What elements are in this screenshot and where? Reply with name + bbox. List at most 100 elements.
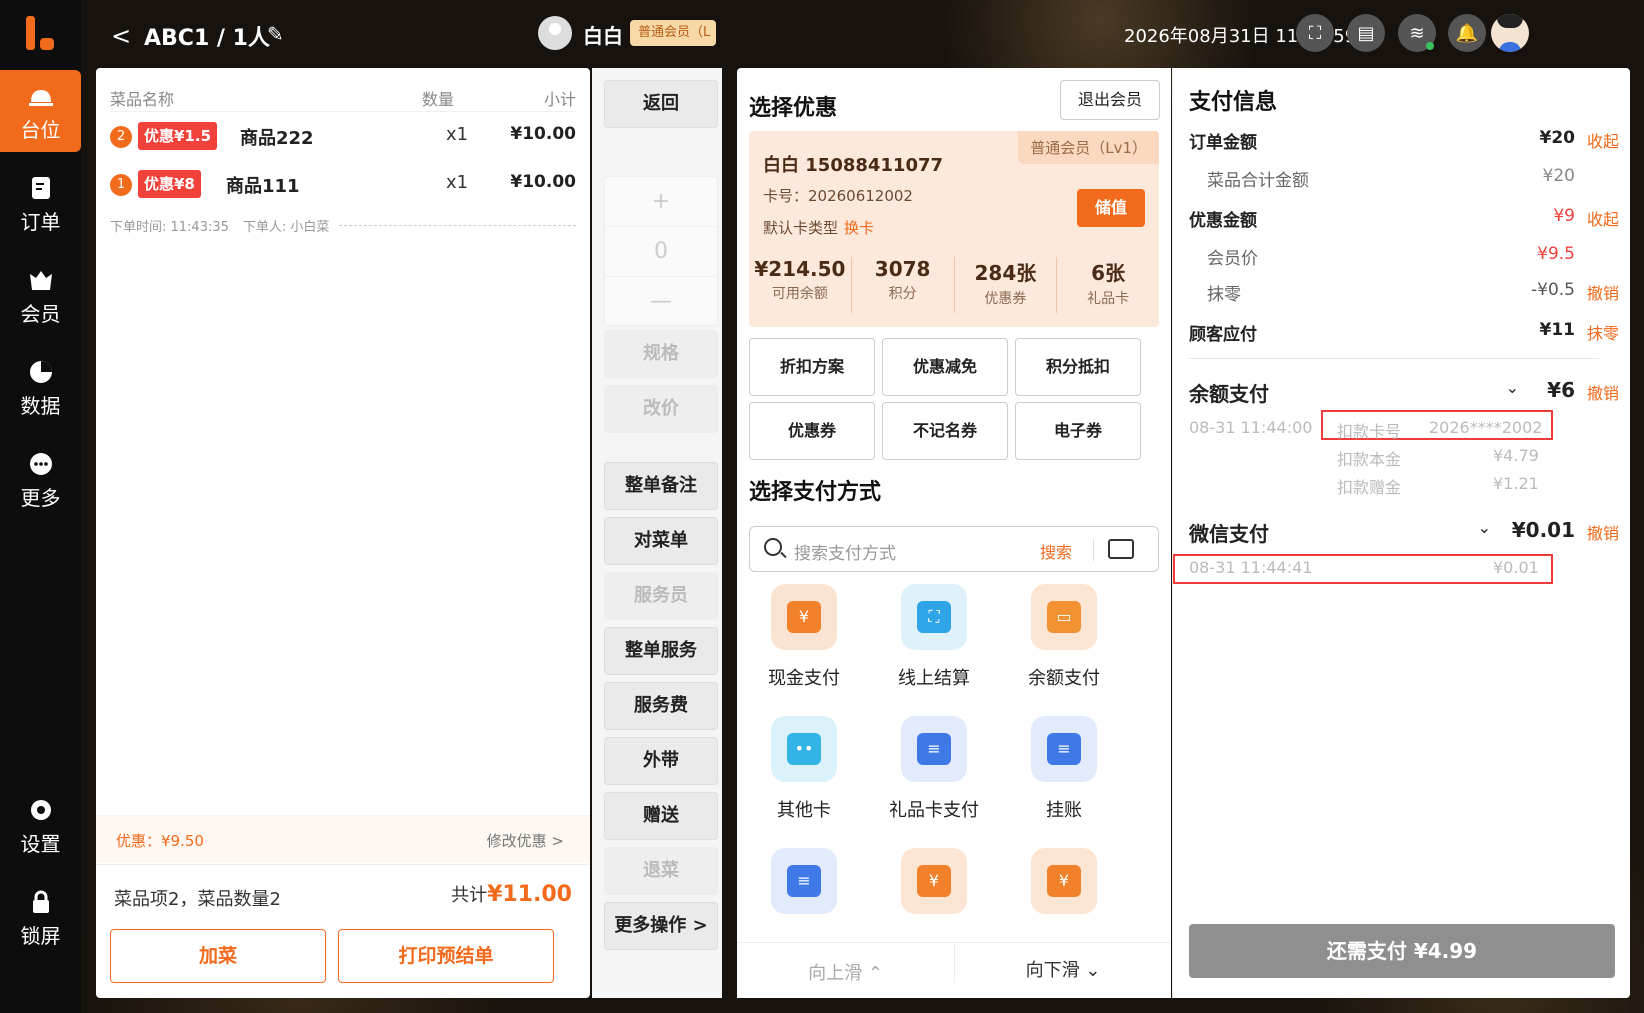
collapse-link[interactable]: 收起 bbox=[1587, 128, 1619, 152]
payment-method-5[interactable]: ≡ 礼品卡支付 bbox=[879, 716, 989, 822]
discount-reduce-button[interactable]: 优惠减免 bbox=[882, 338, 1008, 396]
deduct-card-number: 2026****2002 bbox=[1429, 418, 1543, 437]
balance-pay-row[interactable]: 余额支付 ¥6 ⌄ 撤销 bbox=[1189, 374, 1619, 408]
dish-row[interactable]: 1 优惠¥8 商品111 x1 ¥10.00 bbox=[110, 166, 576, 206]
payment-method-4[interactable]: •• 其他卡 bbox=[749, 716, 859, 822]
nav-data[interactable]: 数据 bbox=[0, 346, 81, 428]
payment-method-1[interactable]: ¥ 现金支付 bbox=[749, 584, 859, 690]
member-card: 白白 15088411077 普通会员（Lv1） 卡号：20260612002 … bbox=[749, 131, 1159, 327]
modify-discount-link[interactable]: 修改优惠 > bbox=[487, 830, 564, 851]
member-name-phone: 白白 15088411077 bbox=[763, 155, 944, 176]
order-service-button[interactable]: 整单服务 bbox=[604, 627, 718, 675]
stat-gift-cards[interactable]: 6张 礼品卡 bbox=[1057, 257, 1159, 313]
scan-icon[interactable]: ⛶ bbox=[1296, 14, 1334, 52]
more-actions-button[interactable]: 更多操作 > bbox=[604, 902, 718, 950]
dish-row[interactable]: 2 优惠¥1.5 商品222 x1 ¥10.00 bbox=[110, 118, 576, 158]
payment-info-title: 支付信息 bbox=[1189, 90, 1278, 115]
payment-method-9[interactable]: ¥ bbox=[1009, 848, 1119, 942]
collapse-link[interactable]: 收起 bbox=[1587, 206, 1619, 230]
e-coupon-button[interactable]: 电子券 bbox=[1015, 402, 1141, 460]
stat-value: ¥214.50 bbox=[754, 257, 846, 281]
print-prebill-button[interactable]: 打印预结单 bbox=[338, 929, 554, 983]
row-value: ¥6 bbox=[1547, 378, 1575, 402]
dish-qty: x1 bbox=[446, 172, 469, 193]
nav-tables[interactable]: 台位 bbox=[0, 70, 81, 152]
remaining-pay-button[interactable]: 还需支付 ¥4.99 bbox=[1189, 924, 1615, 978]
waiter-button[interactable]: 服务员 bbox=[604, 572, 718, 620]
payment-method-8[interactable]: ¥ bbox=[879, 848, 989, 942]
doc-icon: ≡ bbox=[771, 848, 837, 914]
service-fee-button[interactable]: 服务费 bbox=[604, 682, 718, 730]
quantity-stepper: + 0 — bbox=[604, 176, 718, 326]
chevron-down-icon[interactable]: ⌄ bbox=[1506, 378, 1519, 397]
chevron-down-icon[interactable]: ⌄ bbox=[1478, 518, 1491, 537]
keyboard-icon[interactable] bbox=[1108, 539, 1134, 559]
stat-coupons[interactable]: 284张 优惠券 bbox=[955, 257, 1058, 313]
bell-icon[interactable]: 🔔 bbox=[1448, 14, 1486, 52]
change-price-button[interactable]: 改价 bbox=[604, 385, 718, 433]
customer-due-row: 顾客应付 ¥11 抹零 bbox=[1189, 316, 1619, 346]
stepper-value: 0 bbox=[605, 227, 717, 277]
row-label: 顾客应付 bbox=[1189, 325, 1257, 345]
balance-pay-time: 08-31 11:44:00 bbox=[1189, 418, 1313, 437]
dish-price: ¥10.00 bbox=[510, 124, 576, 144]
takeaway-button[interactable]: 外带 bbox=[604, 737, 718, 785]
deduct-principal-value: ¥4.79 bbox=[1493, 446, 1539, 465]
nav-label: 订单 bbox=[20, 210, 61, 234]
discount-plan-button[interactable]: 折扣方案 bbox=[749, 338, 875, 396]
member-card-number: 卡号：20260612002 bbox=[763, 187, 913, 205]
rounding-link[interactable]: 抹零 bbox=[1587, 320, 1619, 344]
dish-badge: 1 bbox=[110, 174, 132, 196]
cancel-link[interactable]: 撤销 bbox=[1587, 380, 1619, 404]
stepper-plus[interactable]: + bbox=[605, 177, 717, 227]
scroll-up-button[interactable]: 向上滑 ⌃ bbox=[737, 959, 954, 985]
order-note-button[interactable]: 整单备注 bbox=[604, 462, 718, 510]
wechat-pay-row[interactable]: 微信支付 ¥0.01 ⌄ 撤销 bbox=[1189, 514, 1619, 548]
summary-total-value: ¥11.00 bbox=[487, 882, 572, 907]
nav-members[interactable]: 会员 bbox=[0, 254, 81, 336]
nav-settings[interactable]: 设置 bbox=[0, 784, 81, 866]
add-dish-button[interactable]: 加菜 bbox=[110, 929, 326, 983]
stat-balance[interactable]: ¥214.50 可用余额 bbox=[749, 257, 852, 313]
coupon-button[interactable]: 优惠券 bbox=[749, 402, 875, 460]
points-deduct-button[interactable]: 积分抵扣 bbox=[1015, 338, 1141, 396]
payment-search-input[interactable]: 搜索支付方式 bbox=[794, 539, 896, 564]
payment-method-6[interactable]: ≡ 挂账 bbox=[1009, 716, 1119, 822]
exit-member-button[interactable]: 退出会员 bbox=[1060, 80, 1160, 120]
check-menu-button[interactable]: 对菜单 bbox=[604, 517, 718, 565]
payment-method-2[interactable]: ⛶ 线上结算 bbox=[879, 584, 989, 690]
stat-points[interactable]: 3078 积分 bbox=[852, 257, 955, 313]
order-icon bbox=[31, 177, 50, 199]
scroll-down-button[interactable]: 向下滑 ⌄ bbox=[954, 943, 1171, 983]
payment-method-7[interactable]: ≡ bbox=[749, 848, 859, 942]
top-bar: < ABC1 / 1人 ✎ 白白 普通会员（L 2026年08月31日 11:4… bbox=[81, 0, 1644, 68]
wechat-pay-amount: ¥0.01 bbox=[1493, 558, 1539, 577]
back-button[interactable]: 返回 bbox=[604, 80, 718, 128]
search-icon bbox=[764, 538, 782, 556]
cancel-link[interactable]: 撤销 bbox=[1587, 520, 1619, 544]
nav-orders[interactable]: 订单 bbox=[0, 162, 81, 244]
printer-icon[interactable]: ▤ bbox=[1347, 14, 1385, 52]
dish-total-row: 菜品合计金额 ¥20 bbox=[1189, 162, 1619, 192]
nav-more[interactable]: 更多 bbox=[0, 438, 81, 520]
anonymous-coupon-button[interactable]: 不记名券 bbox=[882, 402, 1008, 460]
edit-icon[interactable]: ✎ bbox=[267, 22, 284, 46]
search-button[interactable]: 搜索 bbox=[1040, 539, 1072, 563]
switch-card-link[interactable]: 换卡 bbox=[844, 219, 874, 237]
back-icon[interactable]: < bbox=[111, 22, 131, 50]
nav-lock[interactable]: 锁屏 bbox=[0, 876, 81, 958]
cancel-link[interactable]: 撤销 bbox=[1587, 280, 1619, 304]
wifi-icon[interactable]: ≋ bbox=[1398, 14, 1436, 52]
payment-method-3[interactable]: ▭ 余额支付 bbox=[1009, 584, 1119, 690]
member-level-badge: 普通会员（L bbox=[630, 20, 716, 46]
gift-button[interactable]: 赠送 bbox=[604, 792, 718, 840]
recharge-button[interactable]: 储值 bbox=[1077, 189, 1145, 227]
user-avatar[interactable] bbox=[1491, 14, 1529, 52]
spec-button[interactable]: 规格 bbox=[604, 330, 718, 378]
stat-value: 6张 bbox=[1091, 261, 1126, 285]
stepper-minus[interactable]: — bbox=[605, 277, 717, 327]
row-value: ¥20 bbox=[1539, 128, 1576, 148]
payment-method-label: 礼品卡支付 bbox=[889, 800, 979, 821]
row-value: ¥0.01 bbox=[1511, 518, 1575, 542]
return-dish-button[interactable]: 退菜 bbox=[604, 847, 718, 895]
